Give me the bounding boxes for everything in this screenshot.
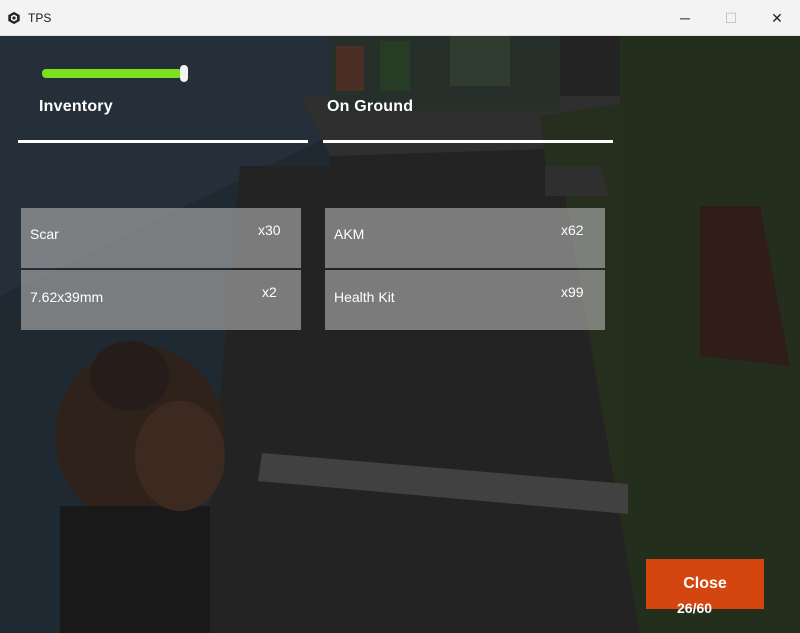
ground-item-slot[interactable]: AKM x62 (325, 208, 605, 268)
item-quantity: x62 (561, 222, 584, 238)
unity-app-icon (8, 11, 20, 24)
on-ground-divider (323, 140, 613, 143)
minimize-button[interactable]: ─ (662, 0, 708, 36)
inventory-capacity-counter: 26/60 (677, 600, 713, 616)
maximize-icon: ☐ (724, 9, 738, 26)
on-ground-title: On Ground (327, 98, 414, 115)
window-titlebar[interactable]: TPS ─ ☐ ✕ (0, 0, 800, 36)
inventory-item-slot[interactable]: 7.62x39mm x2 (21, 270, 301, 330)
game-viewport[interactable]: Inventory Scar x30 7.62x39mm x2 On Groun… (0, 36, 800, 633)
item-name: Scar (30, 226, 59, 242)
inventory-divider (18, 140, 308, 143)
menu-dim-overlay (0, 36, 800, 633)
minimize-icon: ─ (680, 10, 690, 26)
item-quantity: x30 (258, 222, 281, 238)
item-name: Health Kit (334, 289, 395, 305)
health-bar-handle (180, 65, 188, 82)
inventory-title: Inventory (39, 98, 113, 115)
maximize-button[interactable]: ☐ (708, 0, 754, 36)
inventory-item-slot[interactable]: Scar x30 (21, 208, 301, 268)
health-bar-fill (42, 69, 182, 78)
ground-item-slot[interactable]: Health Kit x99 (325, 270, 605, 330)
item-quantity: x99 (561, 284, 584, 300)
item-name: AKM (334, 226, 365, 242)
item-name: 7.62x39mm (30, 289, 104, 305)
window-title: TPS (28, 10, 52, 25)
health-bar (42, 69, 186, 78)
close-window-button[interactable]: ✕ (754, 0, 800, 36)
item-quantity: x2 (262, 284, 277, 300)
close-icon: ✕ (771, 9, 783, 26)
